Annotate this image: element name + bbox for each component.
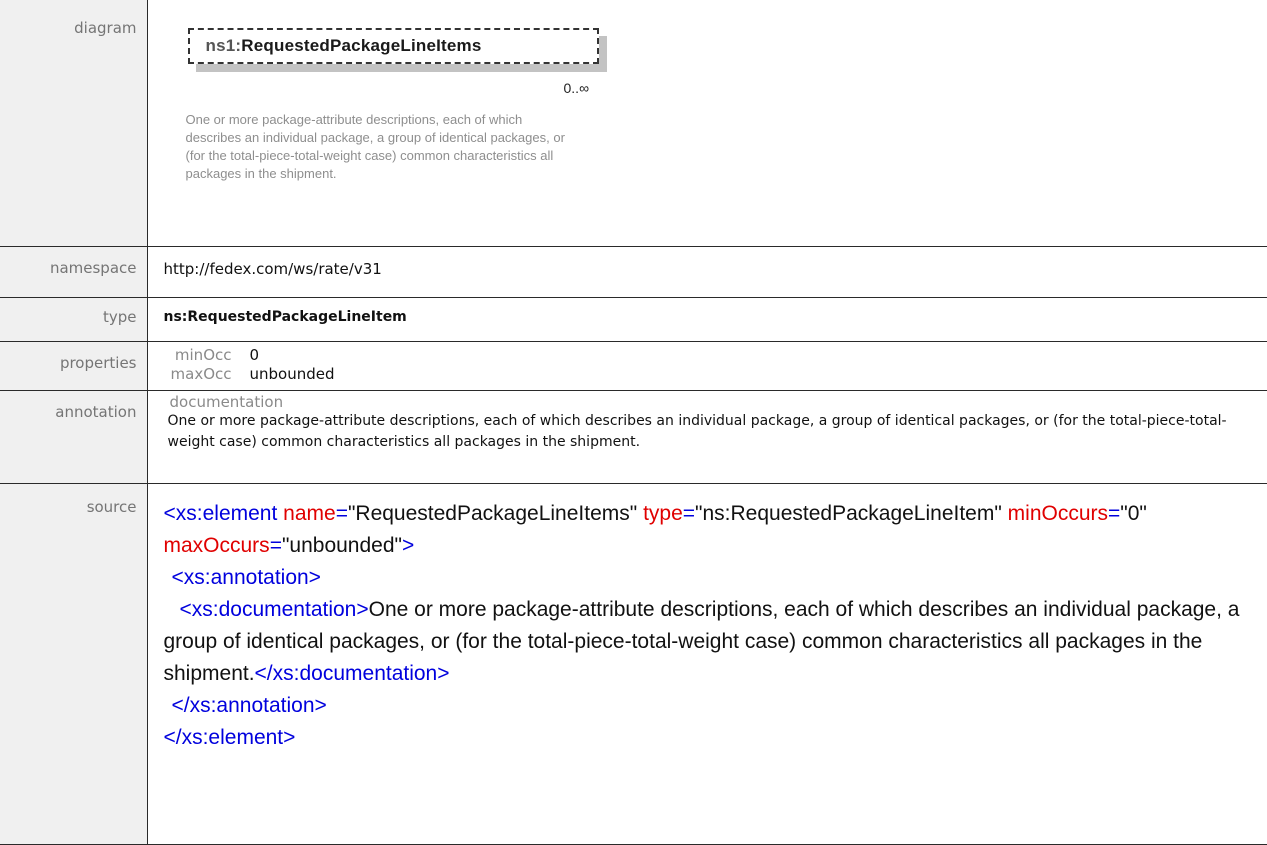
source-line-annotation-open: <xs:annotation> <box>164 562 1252 594</box>
source-code: <xs:element name="RequestedPackageLineIt… <box>164 484 1267 754</box>
occurrence-label: 0..∞ <box>563 80 590 96</box>
src-minoccurs-attr: minOccurs <box>1007 502 1109 525</box>
src-name-attr: name <box>283 502 336 525</box>
diagram-label: diagram <box>74 19 137 37</box>
src-eq-1: = <box>335 502 348 525</box>
type-cell: ns:RequestedPackageLineItem <box>146 297 1267 342</box>
diagram-cell: ns1:RequestedPackageLineItems 0..∞ One o… <box>146 0 1267 247</box>
diagram-row: diagram ns1:RequestedPackageLineItems 0.… <box>0 0 1267 247</box>
annotation-label-cell: annotation <box>0 390 148 484</box>
properties-label-cell: properties <box>0 341 148 391</box>
source-cell: <xs:element name="RequestedPackageLineIt… <box>146 483 1267 845</box>
src-annotation-open: <xs:annotation> <box>171 566 321 589</box>
element-name: ns1:RequestedPackageLineItems <box>206 36 482 56</box>
element-local-name: RequestedPackageLineItems <box>241 36 482 55</box>
namespace-row: namespace http://fedex.com/ws/rate/v31 <box>0 246 1267 298</box>
diagram-description: One or more package-attribute descriptio… <box>185 112 565 181</box>
source-line-documentation: <xs:documentation>One or more package-at… <box>164 594 1252 690</box>
maxocc-value: unbounded <box>249 365 335 383</box>
type-row: type ns:RequestedPackageLineItem <box>0 297 1267 342</box>
src-annotation-close: </xs:annotation> <box>171 694 327 717</box>
namespace-label: namespace <box>49 259 137 277</box>
namespace-label-cell: namespace <box>0 246 148 298</box>
src-element-open: <xs:element <box>163 502 278 525</box>
minocc-key: minOcc <box>174 346 232 364</box>
type-label: type <box>102 308 137 326</box>
src-documentation-close: </xs:documentation> <box>254 662 450 685</box>
properties-cell: minOcc 0 maxOcc unbounded <box>146 341 1267 391</box>
source-row: source <xs:element name="RequestedPackag… <box>0 483 1267 845</box>
properties-row: properties minOcc 0 maxOcc unbounded <box>0 341 1267 391</box>
src-documentation-open: <xs:documentation> <box>179 598 369 621</box>
src-eq-3: = <box>1108 502 1121 525</box>
properties-grid: minOcc 0 maxOcc unbounded <box>164 342 1267 384</box>
annotation-title: documentation <box>169 393 284 411</box>
source-line-element-open: <xs:element name="RequestedPackageLineIt… <box>164 498 1252 562</box>
src-type-value: "ns:RequestedPackageLineItem" <box>695 502 1002 525</box>
namespace-value: http://fedex.com/ws/rate/v31 <box>163 260 382 278</box>
source-line-element-close: </xs:element> <box>164 722 1252 754</box>
maxocc-key: maxOcc <box>170 365 232 383</box>
annotation-cell: documentation One or more package-attrib… <box>146 390 1267 484</box>
namespace-cell: http://fedex.com/ws/rate/v31 <box>146 246 1267 298</box>
type-label-cell: type <box>0 297 148 342</box>
source-line-annotation-close: </xs:annotation> <box>164 690 1252 722</box>
source-label-cell: source <box>0 483 148 845</box>
annotation-row: annotation documentation One or more pac… <box>0 390 1267 484</box>
src-element-close: </xs:element> <box>163 726 296 749</box>
type-value[interactable]: ns:RequestedPackageLineItem <box>164 298 1267 325</box>
src-eq-2: = <box>682 502 696 525</box>
element-diagram: ns1:RequestedPackageLineItems 0..∞ One o… <box>164 0 684 240</box>
src-element-open-end: > <box>401 534 415 557</box>
src-eq-4: = <box>269 534 282 557</box>
src-maxoccurs-attr: maxOccurs <box>163 534 270 557</box>
src-name-value: "RequestedPackageLineItems" <box>347 502 638 525</box>
source-label: source <box>86 498 137 516</box>
element-ns-prefix: ns1: <box>205 36 242 55</box>
src-type-attr: type <box>643 502 683 525</box>
schema-doc-table: diagram ns1:RequestedPackageLineItems 0.… <box>0 0 1267 845</box>
properties-label: properties <box>59 354 137 372</box>
diagram-label-cell: diagram <box>0 0 148 247</box>
annotation-label: annotation <box>55 403 137 421</box>
annotation-text: One or more package-attribute descriptio… <box>167 413 1227 450</box>
element-box[interactable]: ns1:RequestedPackageLineItems <box>187 28 599 64</box>
src-minoccurs-value: "0" <box>1120 502 1147 525</box>
minocc-value: 0 <box>249 346 260 364</box>
src-maxoccurs-value: "unbounded" <box>281 534 402 557</box>
